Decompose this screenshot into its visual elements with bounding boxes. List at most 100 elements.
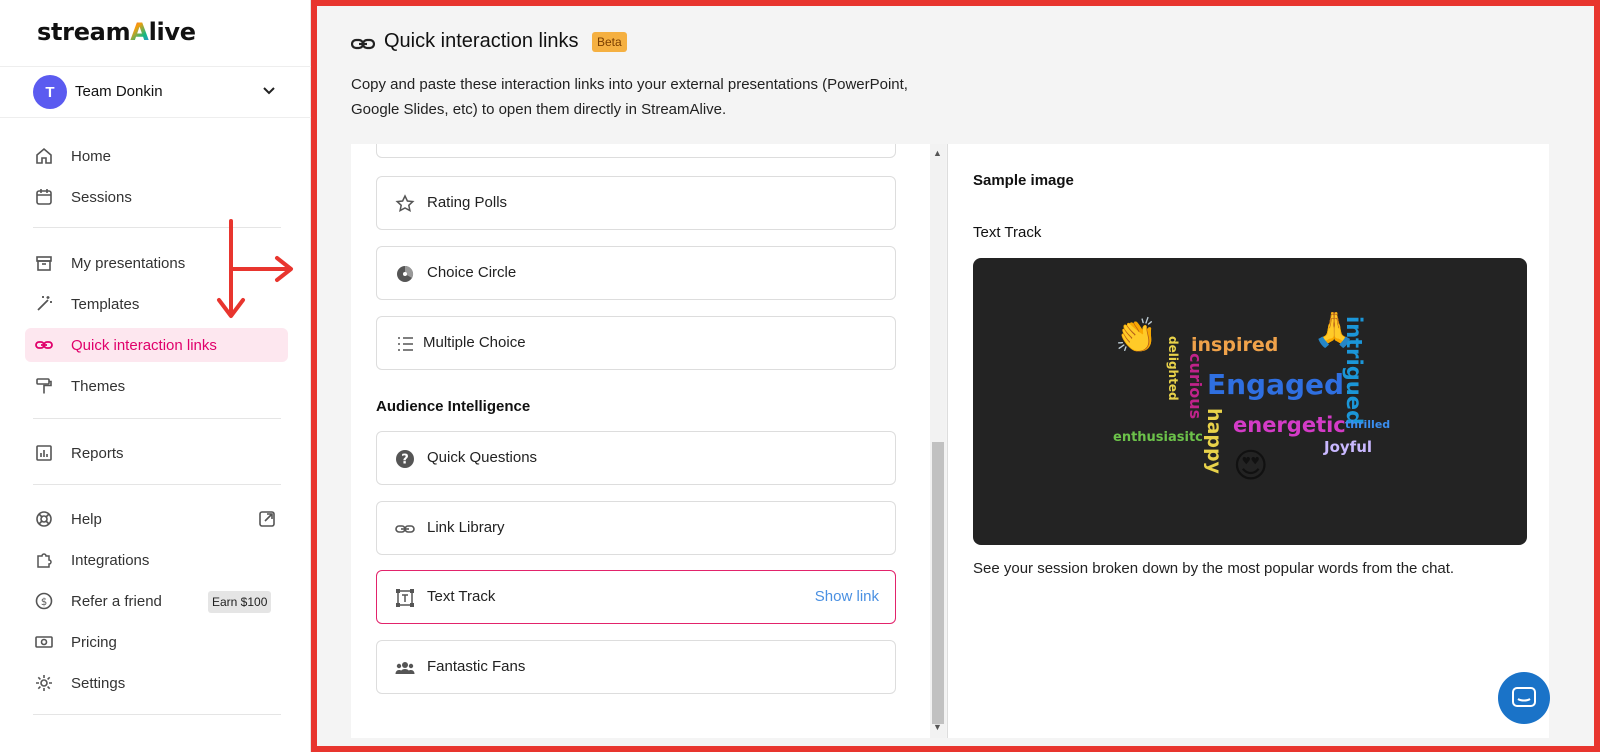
- list-item-label: Fantastic Fans: [427, 658, 526, 675]
- sidebar-item-label: Quick interaction links: [71, 337, 217, 354]
- list-item-label: Rating Polls: [427, 194, 508, 211]
- list-item-label: Quick Questions: [427, 449, 538, 466]
- preview-panel: Sample image Text Track 👏 inspired 🙏 cur…: [947, 144, 1549, 738]
- question-icon: ?: [396, 450, 414, 468]
- sidebar: streamAlive T Team Donkin Home Sessions …: [0, 0, 311, 752]
- word-happy: happy: [1203, 408, 1225, 474]
- archive-icon: [36, 256, 52, 271]
- sidebar-item-pricing[interactable]: Pricing: [25, 625, 288, 659]
- sidebar-item-label: Integrations: [71, 552, 150, 569]
- list-item-label: Choice Circle: [427, 264, 517, 281]
- sidebar-item-sessions[interactable]: Sessions: [25, 180, 288, 214]
- gear-icon: [36, 675, 52, 691]
- list-item-choice-circle[interactable]: Choice Circle: [376, 246, 896, 300]
- page-title: Quick interaction links: [384, 30, 579, 52]
- beta-badge: Beta: [592, 32, 627, 52]
- list-item-link-library[interactable]: Link Library: [376, 501, 896, 555]
- text-frame-icon: [396, 589, 414, 607]
- divider: [33, 714, 281, 715]
- link-icon: [351, 38, 375, 50]
- word-cloud-image: 👏 inspired 🙏 curious delighted intrigued…: [973, 258, 1527, 545]
- star-icon: [395, 194, 415, 213]
- word-joyful: Joyful: [1324, 438, 1373, 456]
- sidebar-item-refer-a-friend[interactable]: $ Refer a friend Earn $100: [25, 584, 288, 618]
- list-item-label: Link Library: [427, 519, 505, 536]
- scroll-up-arrow-icon[interactable]: ▲: [933, 148, 942, 158]
- sidebar-item-label: Sessions: [71, 189, 132, 206]
- sidebar-item-reports[interactable]: Reports: [25, 436, 288, 470]
- external-link-icon: [259, 511, 275, 527]
- heart-eyes-emoji-icon: 😍: [1233, 446, 1269, 486]
- magic-wand-icon: [37, 296, 52, 311]
- sidebar-item-templates[interactable]: Templates: [25, 287, 288, 321]
- preview-title: Text Track: [973, 224, 1042, 241]
- pie-icon: [397, 265, 414, 282]
- list-item-label: Multiple Choice: [423, 334, 526, 351]
- word-enthusiastic: enthusiasitc: [1113, 430, 1203, 445]
- chat-icon: [1512, 687, 1536, 707]
- clap-emoji-icon: 👏: [1115, 316, 1158, 356]
- sidebar-item-help[interactable]: Help: [25, 502, 288, 536]
- team-switcher[interactable]: T Team Donkin: [0, 66, 311, 118]
- home-icon: [36, 147, 52, 164]
- list-item-rating-polls[interactable]: Rating Polls: [376, 176, 896, 230]
- team-name: Team Donkin: [75, 83, 163, 100]
- group-icon: [395, 662, 415, 674]
- preview-caption: See your session broken down by the most…: [973, 560, 1455, 577]
- sidebar-item-quick-interaction-links[interactable]: Quick interaction links: [25, 328, 288, 362]
- sidebar-item-home[interactable]: Home: [25, 139, 288, 173]
- sidebar-item-themes[interactable]: Themes: [25, 369, 288, 403]
- sidebar-item-settings[interactable]: Settings: [25, 666, 288, 700]
- avatar: T: [33, 75, 67, 109]
- scroll-down-arrow-icon[interactable]: ▼: [933, 722, 942, 732]
- calendar-icon: [36, 189, 52, 205]
- sidebar-item-label: Settings: [71, 675, 126, 692]
- chevron-down-icon: [263, 87, 275, 95]
- sidebar-item-label: Reports: [71, 445, 124, 462]
- divider: [33, 418, 281, 419]
- link-icon: [35, 341, 53, 349]
- sidebar-item-label: Pricing: [71, 634, 117, 651]
- svg-text:?: ?: [401, 453, 409, 468]
- word-delighted: delighted: [1166, 336, 1180, 401]
- streamalive-logo[interactable]: streamAlive: [37, 18, 196, 46]
- chat-support-button[interactable]: [1498, 672, 1550, 724]
- scrollbar[interactable]: ▲ ▼: [930, 144, 946, 738]
- word-intrigued: intrigued: [1342, 316, 1366, 425]
- list-icon: [398, 337, 413, 351]
- dollar-circle-icon: $: [35, 592, 53, 610]
- show-link-button[interactable]: Show link: [815, 588, 879, 605]
- svg-text:$: $: [41, 597, 47, 608]
- puzzle-icon: [37, 553, 52, 568]
- list-item-label: Text Track: [427, 588, 496, 605]
- earn-badge: Earn $100: [208, 591, 272, 613]
- list-item-quick-questions[interactable]: ? Quick Questions: [376, 431, 896, 485]
- sidebar-item-label: Home: [71, 148, 112, 165]
- lifebuoy-icon: [36, 511, 52, 527]
- divider: [33, 227, 281, 228]
- word-engaged: Engaged: [1207, 368, 1345, 401]
- sample-image-label: Sample image: [973, 172, 1074, 189]
- sidebar-item-label: My presentations: [71, 255, 186, 272]
- interaction-list[interactable]: Rating Polls Choice Circle Multiple Choi…: [351, 144, 946, 738]
- sidebar-item-label: Themes: [71, 378, 126, 395]
- list-item-fantastic-fans[interactable]: Fantastic Fans: [376, 640, 896, 694]
- main-content: Quick interaction links Beta Copy and pa…: [311, 0, 1600, 752]
- sidebar-item-my-presentations[interactable]: My presentations: [25, 246, 288, 280]
- link-icon: [395, 525, 415, 533]
- list-item-text-track[interactable]: Text Track Show link: [376, 570, 896, 624]
- page-description: Copy and paste these interaction links i…: [351, 76, 908, 118]
- scroll-thumb[interactable]: [932, 442, 944, 724]
- section-heading-audience-intelligence: Audience Intelligence: [376, 398, 531, 415]
- sidebar-item-label: Help: [71, 511, 102, 528]
- list-item-multiple-choice[interactable]: Multiple Choice: [376, 316, 896, 370]
- word-thrilled: thrilled: [1345, 418, 1391, 431]
- sidebar-item-integrations[interactable]: Integrations: [25, 543, 288, 577]
- divider: [33, 484, 281, 485]
- list-item[interactable]: [376, 144, 896, 158]
- bar-chart-icon: [36, 445, 52, 461]
- paint-roller-icon: [36, 378, 52, 394]
- sidebar-item-label: Templates: [71, 296, 140, 313]
- money-icon: [35, 636, 53, 648]
- sidebar-item-label: Refer a friend: [71, 593, 162, 610]
